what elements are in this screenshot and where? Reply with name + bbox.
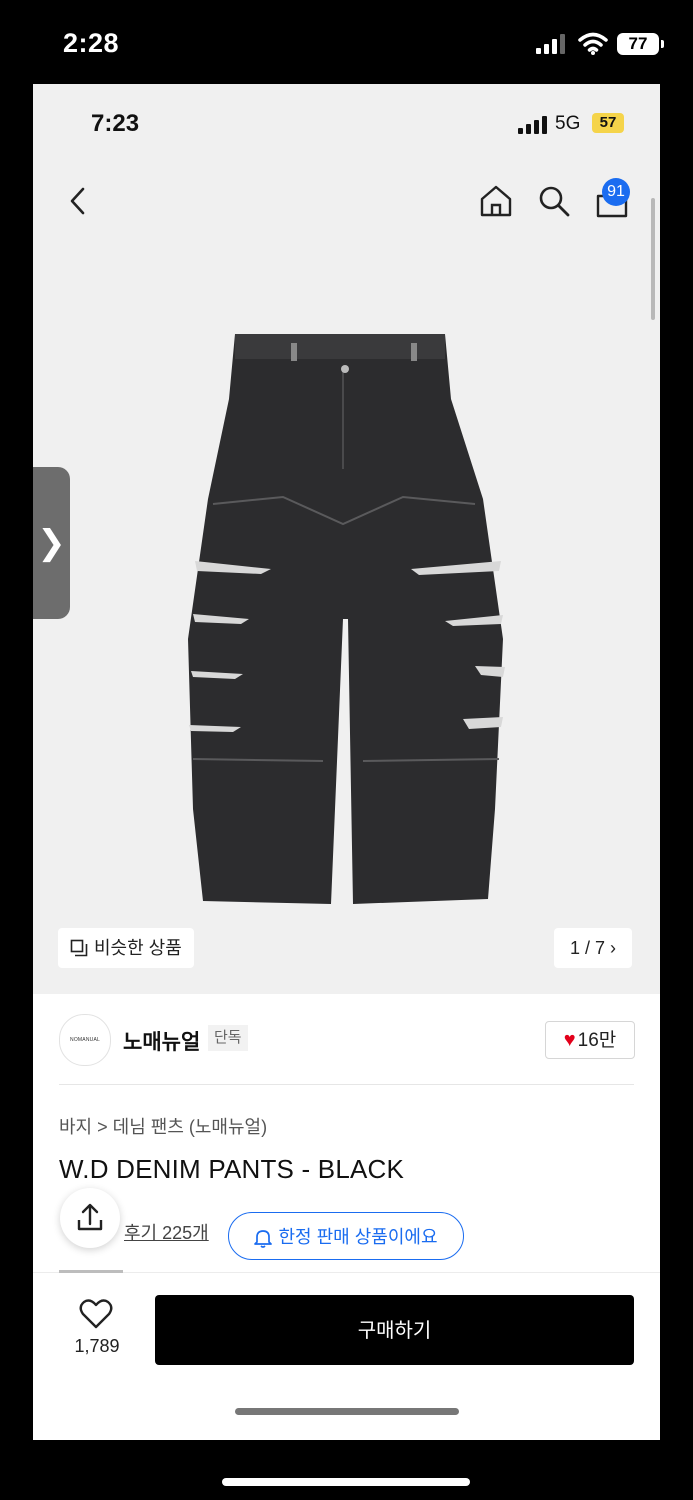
section-divider [33, 1272, 660, 1273]
inner-battery-indicator: 57 [592, 113, 624, 133]
outer-status-bar: 2:28 77 [0, 0, 693, 84]
product-title: W.D DENIM PANTS - BLACK [59, 1154, 405, 1184]
bottom-action-bar: 1,789 구매하기 [33, 1274, 660, 1440]
home-icon[interactable] [477, 182, 515, 220]
outer-battery-indicator: 77 [617, 33, 664, 55]
exclusive-badge: 단독 [208, 1025, 248, 1051]
wifi-icon [578, 32, 608, 55]
chevron-left-icon[interactable] [63, 184, 95, 218]
wishlist-count: 1,789 [74, 1336, 120, 1356]
scrollbar[interactable] [651, 198, 655, 320]
brand-logo-text: NOMANUAL [70, 1037, 100, 1043]
brand-row[interactable]: NOMANUAL 노매뉴얼 단독 ♥ 16만 [33, 994, 660, 1084]
inner-clock: 7:23 [91, 110, 140, 137]
product-gallery[interactable]: 7:23 5G 57 91 ❯ 비슷한 상품 1 / 7 › [33, 84, 660, 994]
outer-clock: 2:28 [63, 28, 120, 58]
heart-filled-icon: ♥ [563, 1029, 576, 1051]
limited-sale-notice[interactable]: 한정 판매 상품이에요 [228, 1212, 464, 1260]
similar-products-label: 비슷한 상품 [94, 938, 182, 958]
review-link[interactable]: 후기 225개 [124, 1219, 209, 1245]
image-counter[interactable]: 1 / 7 › [554, 928, 632, 968]
app-screen: 7:23 5G 57 91 ❯ 비슷한 상품 1 / 7 › NOMANUAL … [33, 84, 660, 1440]
tab-indicator [59, 1270, 123, 1273]
signal-icon [536, 34, 565, 54]
side-drawer-tab[interactable]: ❯ [33, 467, 70, 619]
share-icon [77, 1203, 103, 1231]
product-image-denim-pants[interactable] [183, 329, 513, 909]
buy-button[interactable]: 구매하기 [155, 1295, 634, 1365]
network-type: 5G [555, 113, 581, 134]
share-button[interactable] [60, 1188, 120, 1248]
brand-logo[interactable]: NOMANUAL [59, 1014, 111, 1066]
bell-icon [254, 1230, 273, 1249]
inner-status-bar: 7:23 5G 57 [33, 84, 660, 164]
inner-signal-icon [518, 116, 547, 134]
search-icon[interactable] [535, 182, 573, 220]
brand-like-count: 16만 [577, 1030, 617, 1051]
inner-home-indicator [235, 1408, 459, 1415]
heart-outline-icon[interactable] [79, 1298, 113, 1330]
similar-products-button[interactable]: 비슷한 상품 [58, 928, 194, 968]
stack-icon [70, 939, 88, 957]
brand-like-button[interactable]: ♥ 16만 [545, 1021, 635, 1059]
cart-count-badge: 91 [602, 178, 630, 206]
limited-sale-label: 한정 판매 상품이에요 [278, 1227, 438, 1247]
brand-name[interactable]: 노매뉴얼 [123, 1026, 200, 1056]
divider [59, 1084, 634, 1085]
outer-home-indicator [222, 1478, 470, 1486]
breadcrumb[interactable]: 바지 > 데님 팬츠 (노매뉴얼) [59, 1113, 267, 1139]
